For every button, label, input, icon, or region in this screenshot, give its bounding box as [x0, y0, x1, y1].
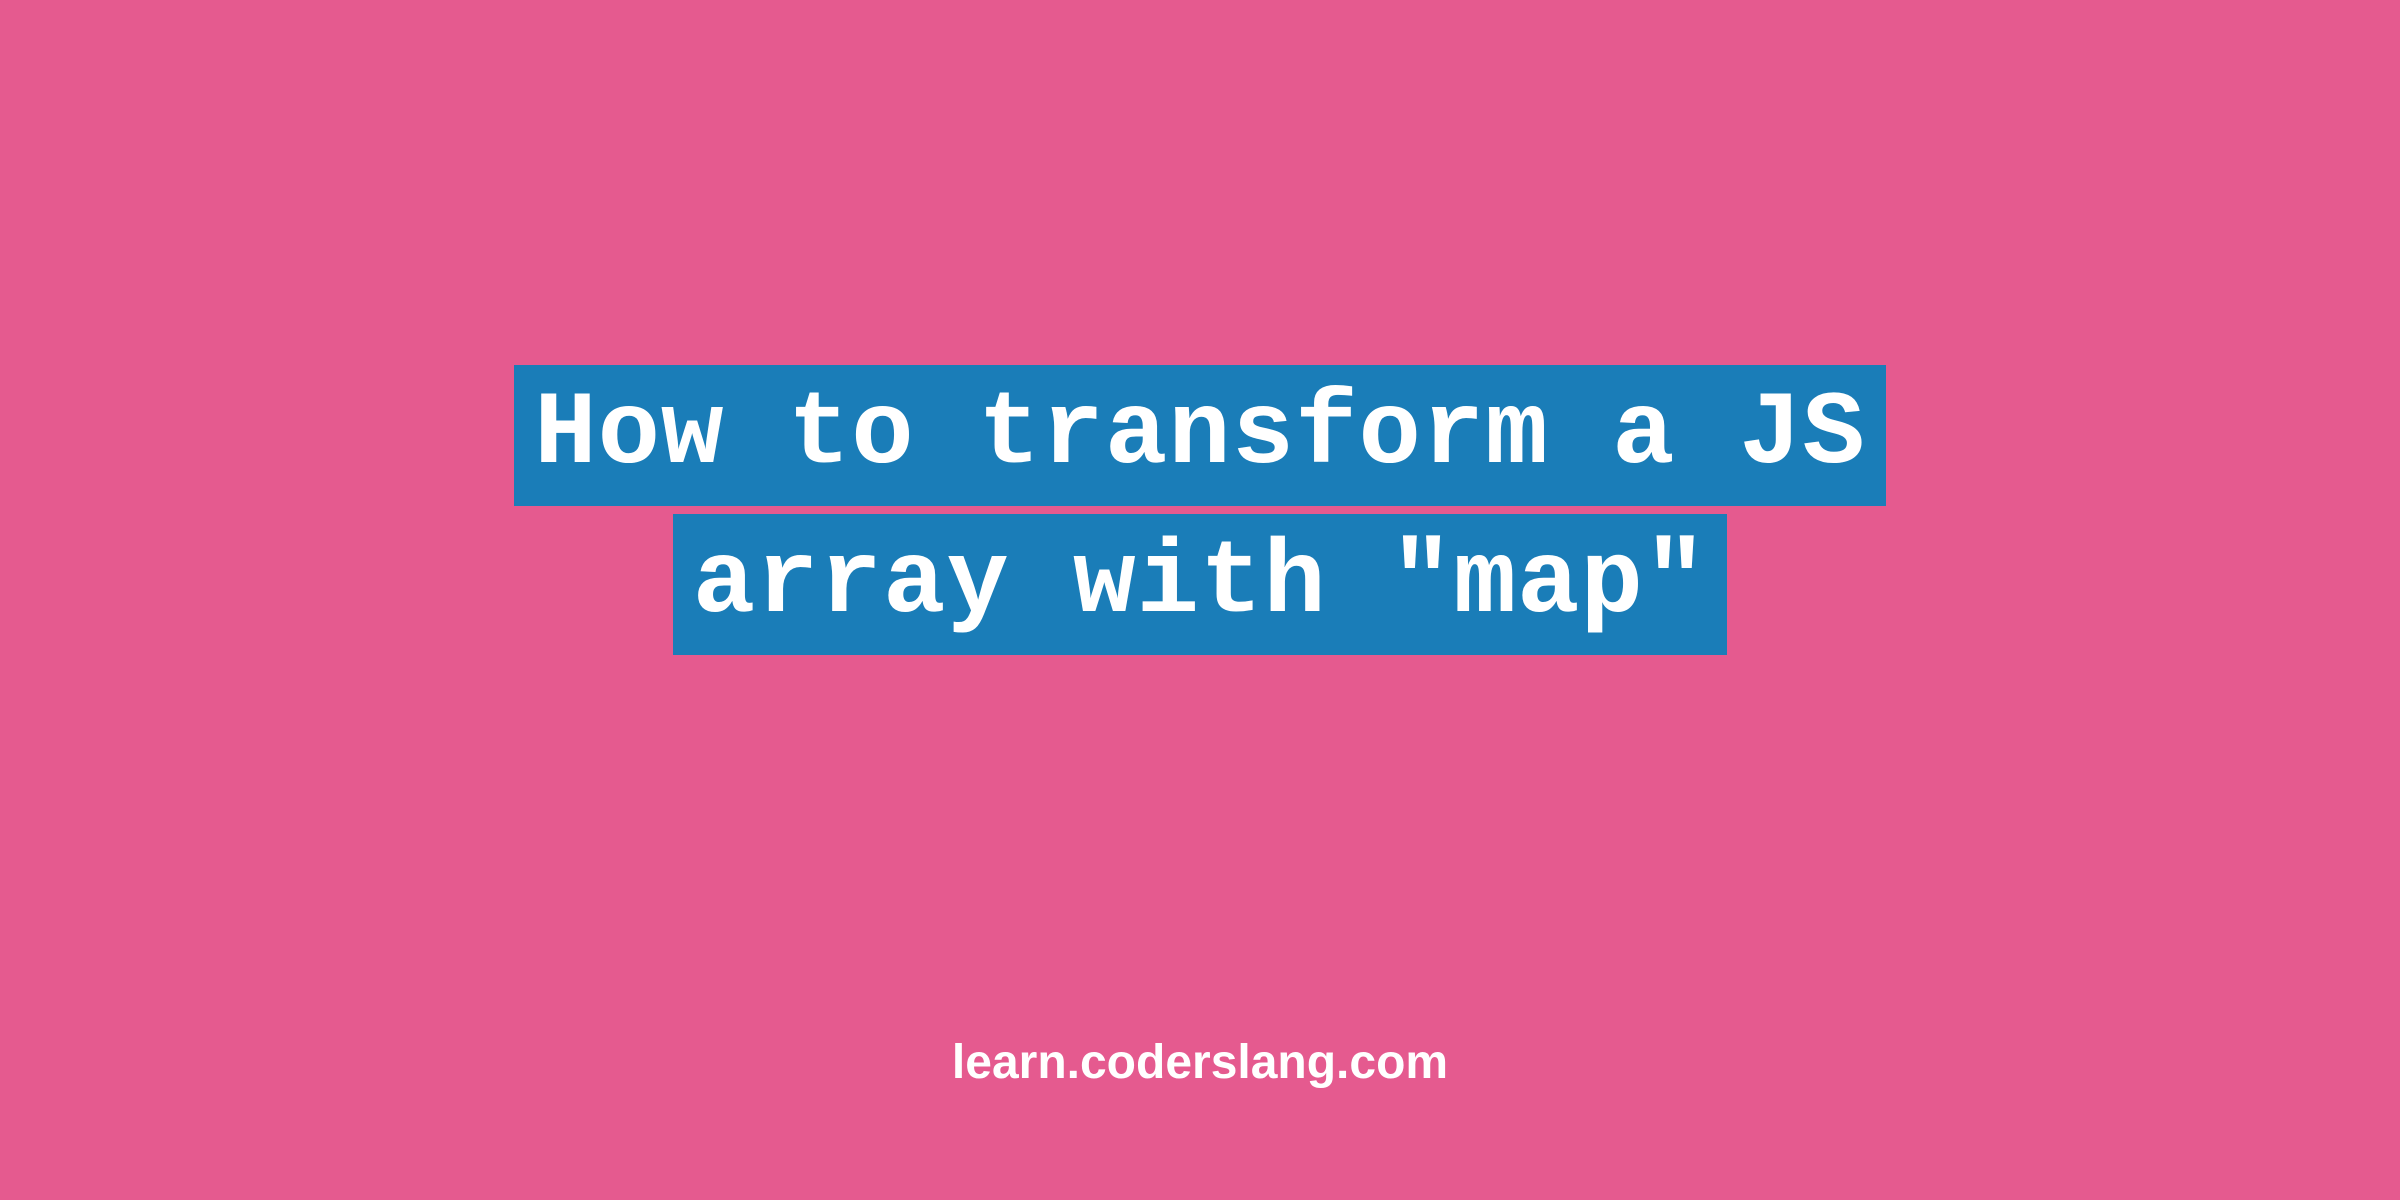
- title-block: How to transform a JS array with "map": [514, 365, 1886, 655]
- title-line-1: How to transform a JS: [514, 365, 1886, 506]
- footer-url: learn.coderslang.com: [952, 1035, 1448, 1090]
- title-line-2: array with "map": [673, 514, 1728, 655]
